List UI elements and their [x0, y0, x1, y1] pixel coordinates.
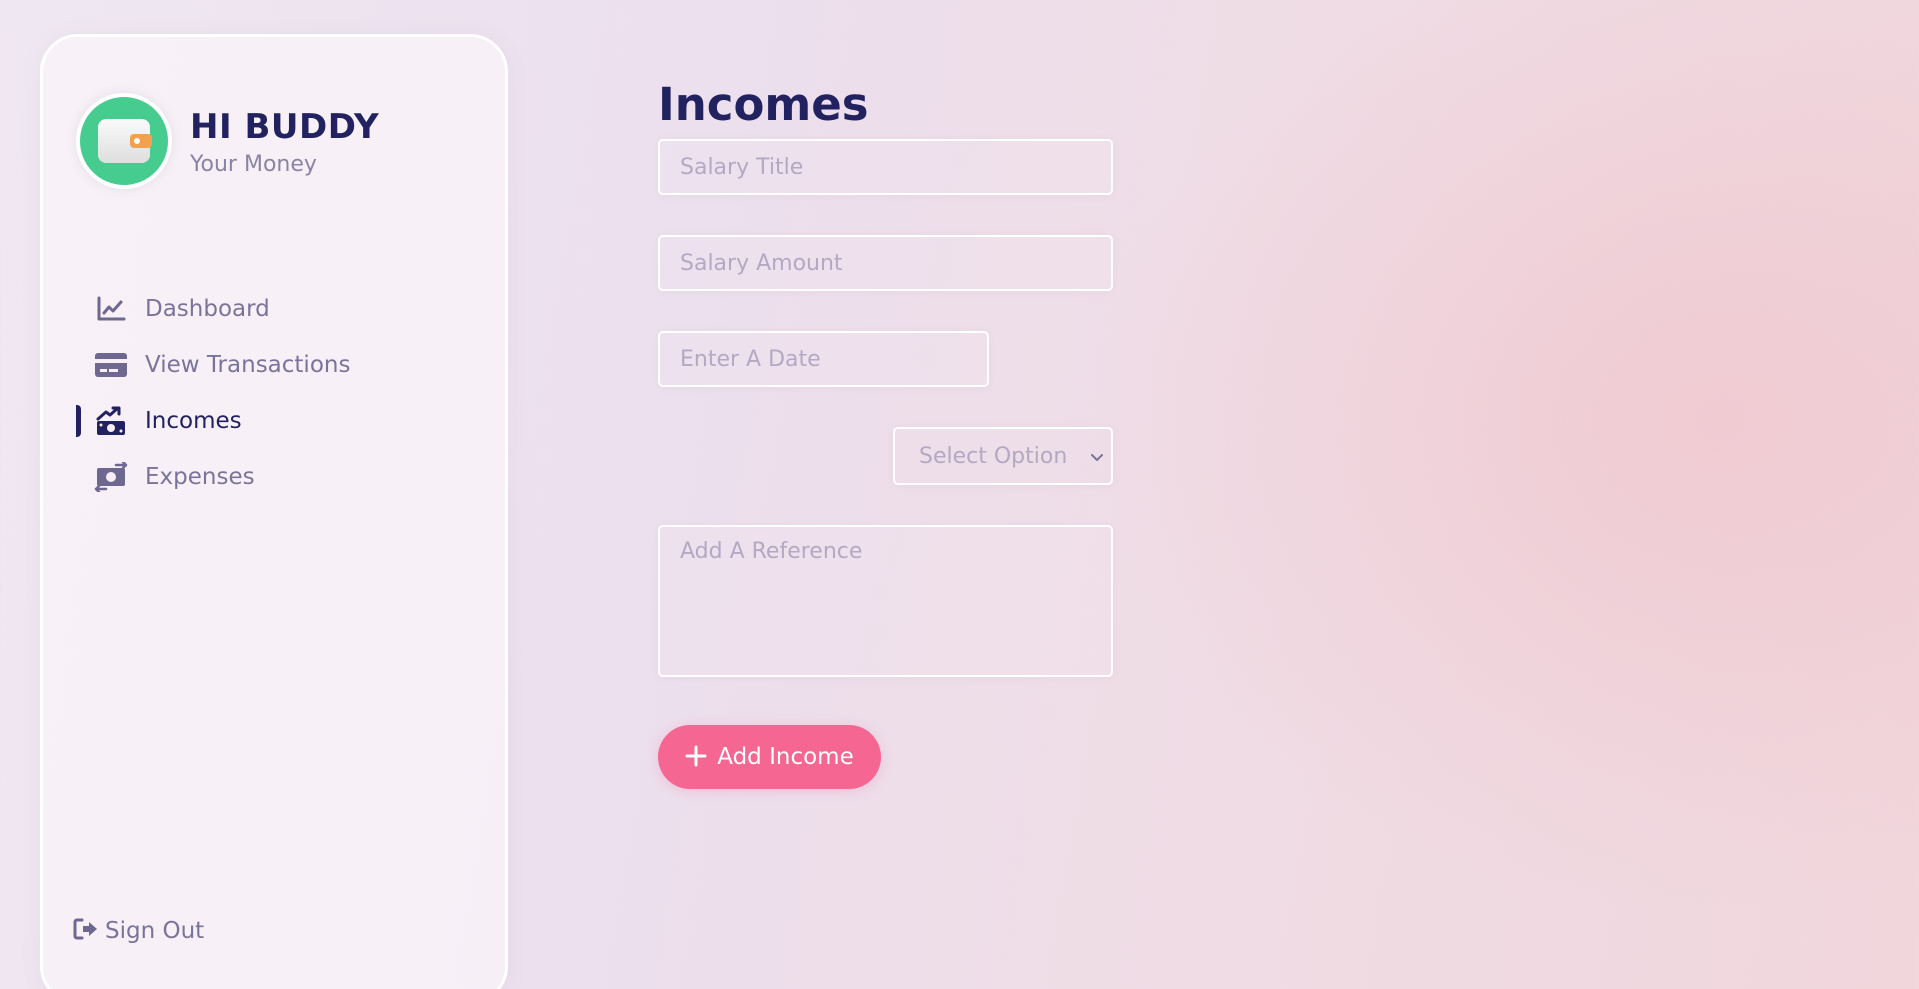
sidebar-nav: Dashboard View Transactions Incomes Expe… [76, 281, 456, 505]
wallet-icon [80, 97, 168, 185]
credit-card-icon [94, 350, 128, 380]
add-income-label: Add Income [717, 744, 854, 770]
sidebar-item-label: Expenses [145, 464, 255, 490]
date-input[interactable] [658, 331, 989, 387]
category-select-value: Select Option [919, 443, 1068, 469]
money-bill-transfer-icon [94, 462, 128, 492]
sidebar-item-label: Dashboard [145, 296, 270, 322]
salary-amount-input[interactable] [658, 235, 1113, 291]
brand-title: HI BUDDY [190, 106, 380, 147]
salary-title-input[interactable] [658, 139, 1113, 195]
page-title: Incomes [658, 78, 869, 131]
sign-out-label: Sign Out [105, 918, 205, 944]
sidebar-item-incomes[interactable]: Incomes [76, 393, 456, 449]
sidebar-item-label: View Transactions [145, 352, 351, 378]
chart-line-icon [94, 294, 128, 324]
active-indicator [76, 405, 81, 437]
sidebar: HI BUDDY Your Money Dashboard View Trans… [40, 34, 508, 989]
reference-textarea[interactable] [658, 525, 1113, 677]
brand-tagline: Your Money [190, 151, 317, 177]
money-bill-trend-up-icon [94, 406, 128, 436]
sign-out-button[interactable]: Sign Out [73, 917, 204, 945]
chevron-down-icon [1091, 447, 1103, 466]
sidebar-item-dashboard[interactable]: Dashboard [76, 281, 456, 337]
add-income-button[interactable]: Add Income [658, 725, 881, 789]
sidebar-item-label: Incomes [145, 408, 242, 434]
sidebar-item-view-transactions[interactable]: View Transactions [76, 337, 456, 393]
sidebar-item-expenses[interactable]: Expenses [76, 449, 456, 505]
sign-out-icon [73, 917, 99, 945]
plus-icon [685, 740, 707, 772]
category-select[interactable]: Select Option [893, 427, 1113, 485]
avatar [76, 93, 172, 189]
profile: HI BUDDY Your Money [76, 93, 379, 189]
